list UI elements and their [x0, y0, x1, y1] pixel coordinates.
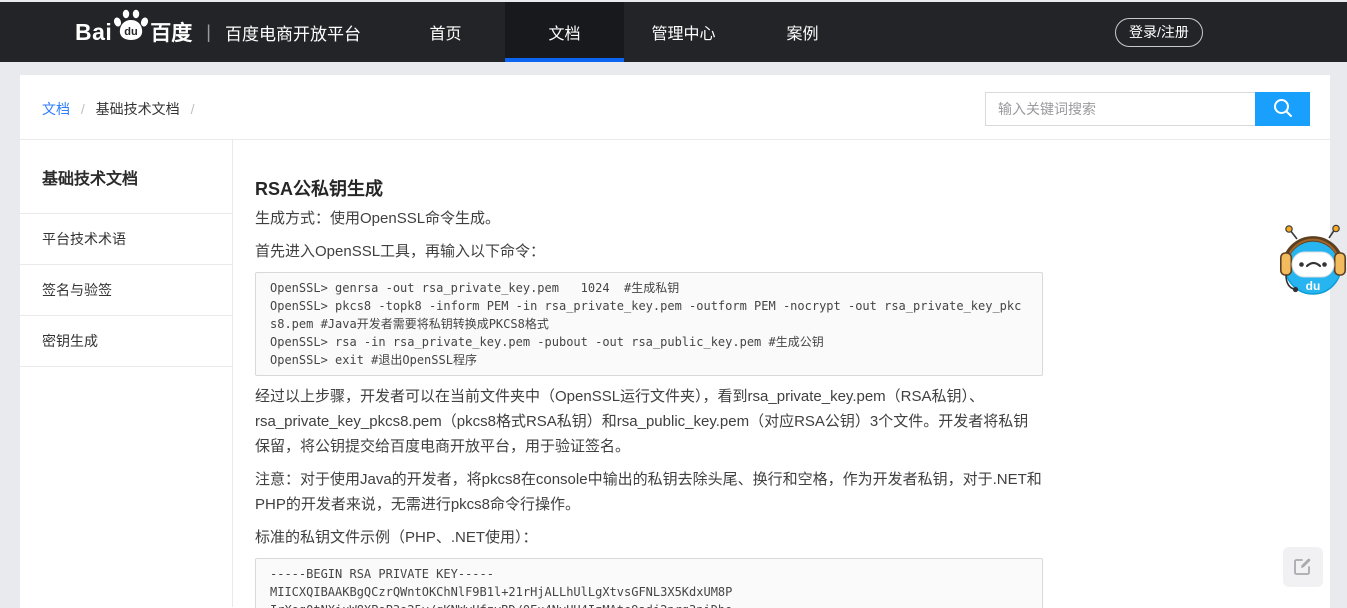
doc-paragraph-example-intro: 标准的私钥文件示例（PHP、.NET使用）： — [255, 525, 1043, 550]
doc-paragraph-generation-method: 生成方式：使用OpenSSL命令生成。 — [255, 206, 1043, 231]
sidebar-item-sign-verify[interactable]: 签名与验签 — [20, 265, 232, 316]
logo-text-bai: Bai — [75, 19, 112, 46]
breadcrumb-separator: / — [191, 101, 195, 117]
card-header: 文档 / 基础技术文档 / — [20, 75, 1330, 140]
feedback-edit-button[interactable] — [1283, 547, 1323, 587]
login-register-button[interactable]: 登录/注册 — [1115, 18, 1203, 47]
code-block-private-key-example: -----BEGIN RSA PRIVATE KEY----- MIICXQIB… — [255, 558, 1043, 608]
search-icon — [1272, 97, 1294, 122]
du-robot-chat-mascot[interactable]: du — [1280, 224, 1346, 303]
page-title: RSA公私钥生成 — [255, 180, 1043, 198]
logo-divider: | — [206, 22, 211, 43]
content-card: 文档 / 基础技术文档 / 基础技术文档 平台技术术语 签名与验签 密钥生成 — [20, 75, 1330, 608]
search-box — [985, 92, 1310, 126]
baidu-paw-icon: du — [113, 9, 149, 46]
doc-paragraph-note-java: 注意：对于使用Java的开发者，将pkcs8在console中输出的私钥去除头尾… — [255, 467, 1043, 517]
top-navbar: Bai du 百度 | 百度电商开放平台 首页 文档 管理中心 案例 登录/注册 — [0, 2, 1347, 62]
svg-text:du: du — [125, 26, 138, 38]
sidebar-title: 基础技术文档 — [20, 140, 232, 214]
card-body: 基础技术文档 平台技术术语 签名与验签 密钥生成 RSA公私钥生成 生成方式：使… — [20, 140, 1330, 607]
nav-tab-docs[interactable]: 文档 — [505, 2, 624, 62]
doc-paragraph-steps-result: 经过以上步骤，开发者可以在当前文件夹中（OpenSSL运行文件夹），看到rsa_… — [255, 384, 1043, 459]
nav-tab-console[interactable]: 管理中心 — [624, 2, 743, 62]
breadcrumb-separator: / — [81, 101, 85, 117]
sidebar-item-key-generation[interactable]: 密钥生成 — [20, 316, 232, 367]
sidebar-item-platform-terms[interactable]: 平台技术术语 — [20, 214, 232, 265]
search-button[interactable] — [1255, 92, 1310, 126]
nav-tab-cases[interactable]: 案例 — [743, 2, 862, 62]
logo-text-cn: 百度 — [150, 17, 192, 47]
breadcrumb: 文档 / 基础技术文档 / — [42, 99, 201, 119]
search-input[interactable] — [985, 92, 1255, 126]
doc-main: RSA公私钥生成 生成方式：使用OpenSSL命令生成。 首先进入OpenSSL… — [233, 140, 1330, 607]
breadcrumb-docs-link[interactable]: 文档 — [42, 101, 70, 117]
baidu-logo[interactable]: Bai du 百度 | 百度电商开放平台 — [75, 2, 361, 62]
main-nav: 首页 文档 管理中心 案例 — [386, 2, 862, 62]
edit-pencil-icon — [1293, 556, 1313, 579]
breadcrumb-basic-docs-link[interactable]: 基础技术文档 — [96, 101, 180, 117]
site-name: 百度电商开放平台 — [225, 20, 361, 45]
doc-paragraph-openssl-intro: 首先进入OpenSSL工具，再输入以下命令： — [255, 239, 1043, 264]
mascot-du-label: du — [1306, 279, 1321, 293]
docs-sidebar: 基础技术文档 平台技术术语 签名与验签 密钥生成 — [20, 140, 233, 607]
code-block-openssl-commands: OpenSSL> genrsa -out rsa_private_key.pem… — [255, 272, 1043, 376]
nav-tab-home[interactable]: 首页 — [386, 2, 505, 62]
